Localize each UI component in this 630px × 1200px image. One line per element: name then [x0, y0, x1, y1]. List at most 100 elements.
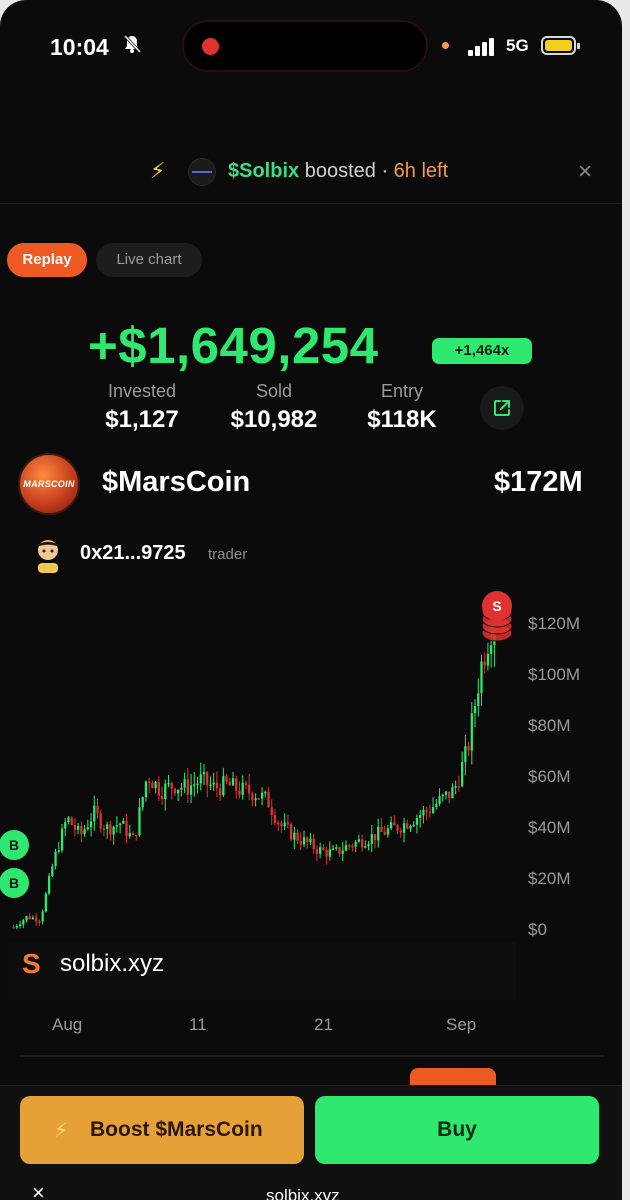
- candle: [167, 782, 170, 785]
- candle: [151, 782, 154, 789]
- token-name[interactable]: $MarsCoin: [102, 466, 250, 499]
- candle: [196, 783, 199, 785]
- x-tick-label: Sep: [446, 1015, 477, 1034]
- candle: [89, 821, 93, 828]
- candle: [354, 841, 357, 847]
- recording-indicator: [202, 38, 219, 55]
- candle: [393, 822, 396, 826]
- candle: [225, 776, 228, 782]
- candle: [57, 850, 60, 852]
- candle: [235, 778, 238, 791]
- candle: [122, 820, 125, 824]
- candle: [399, 830, 402, 833]
- candle: [154, 782, 157, 789]
- buy-marker[interactable]: B: [0, 830, 29, 860]
- candle: [325, 849, 328, 857]
- battery-icon: [541, 36, 580, 55]
- market-cap: $172M: [494, 466, 583, 498]
- candle: [441, 794, 444, 797]
- candle: [109, 824, 112, 835]
- candle: [367, 843, 370, 847]
- candle: [35, 917, 38, 922]
- candle: [289, 824, 293, 840]
- buy-marker[interactable]: B: [0, 868, 29, 898]
- svg-text:S: S: [492, 598, 501, 614]
- close-icon[interactable]: ×: [578, 158, 592, 186]
- candle: [177, 789, 180, 794]
- candle: [457, 786, 461, 788]
- candle: [348, 845, 351, 847]
- browser-close-icon[interactable]: ×: [32, 1180, 45, 1200]
- candle: [490, 645, 493, 654]
- lightning-icon: ⚡: [150, 158, 166, 183]
- candle: [41, 911, 44, 922]
- tab-replay[interactable]: Replay: [7, 243, 87, 277]
- candle: [390, 822, 393, 829]
- candle: [18, 924, 22, 927]
- candle: [70, 817, 73, 825]
- candle: [148, 781, 151, 783]
- candle: [309, 838, 312, 843]
- candle: [467, 746, 470, 751]
- candle: [67, 817, 70, 823]
- y-tick-label: $100M: [528, 665, 580, 684]
- network-type: 5G: [506, 36, 529, 55]
- candle: [209, 784, 212, 787]
- privacy-indicator: [442, 42, 449, 49]
- candle: [102, 828, 106, 831]
- status-bar: 10:04 5G: [0, 0, 622, 90]
- profit-value: +$1,649,254: [88, 317, 379, 374]
- candle: [96, 805, 99, 814]
- candle: [228, 781, 231, 786]
- tab-live-chart[interactable]: Live chart: [96, 243, 202, 277]
- candle: [60, 828, 64, 851]
- dynamic-island: [182, 20, 428, 72]
- candle: [260, 792, 264, 799]
- candle: [267, 791, 270, 808]
- sell-marker[interactable]: S: [482, 591, 512, 621]
- candle: [344, 845, 348, 851]
- lightning-icon: ⚡: [54, 1120, 69, 1142]
- divider: [20, 1055, 604, 1057]
- browser-url[interactable]: solbix.xyz: [266, 1186, 340, 1200]
- candle: [189, 785, 193, 795]
- candle: [218, 788, 222, 796]
- candle: [335, 847, 338, 849]
- candle: [160, 795, 164, 800]
- candle: [248, 784, 251, 794]
- candle: [47, 876, 51, 894]
- price-chart[interactable]: B B S $0 $20M $40M $60M $80M $100M $120M: [0, 560, 622, 980]
- candle: [280, 823, 283, 827]
- token-logo: MARSCOIN: [18, 453, 80, 515]
- candle: [277, 822, 280, 825]
- candle: [448, 791, 451, 799]
- y-tick-label: $120M: [528, 614, 580, 633]
- candle: [380, 826, 383, 832]
- candle: [141, 797, 144, 808]
- banner-text: $Solbix boosted · 6h left: [228, 160, 449, 182]
- boost-button[interactable]: ⚡ Boost $MarsCoin: [20, 1096, 304, 1164]
- candle: [80, 825, 83, 835]
- candle: [406, 823, 409, 829]
- boost-banner[interactable]: ⚡ $Solbix boosted · 6h left ×: [0, 140, 622, 204]
- candle: [128, 833, 131, 837]
- candle: [370, 834, 373, 844]
- candle: [331, 848, 335, 851]
- candle: [373, 834, 377, 841]
- candle: [215, 782, 219, 789]
- candle: [186, 779, 189, 795]
- candle: [238, 790, 241, 795]
- y-tick-label: $40M: [528, 818, 571, 837]
- candle: [360, 839, 364, 848]
- buy-button[interactable]: Buy: [315, 1096, 599, 1164]
- share-button[interactable]: [480, 386, 524, 430]
- svg-text:B: B: [9, 875, 19, 891]
- candle: [173, 788, 177, 794]
- candle: [199, 774, 202, 784]
- candle: [54, 851, 57, 867]
- candle: [422, 809, 425, 816]
- candle: [244, 782, 248, 785]
- clock: 10:04: [50, 34, 109, 60]
- candle: [486, 653, 490, 666]
- stat-entry: Entry $118K: [367, 381, 437, 433]
